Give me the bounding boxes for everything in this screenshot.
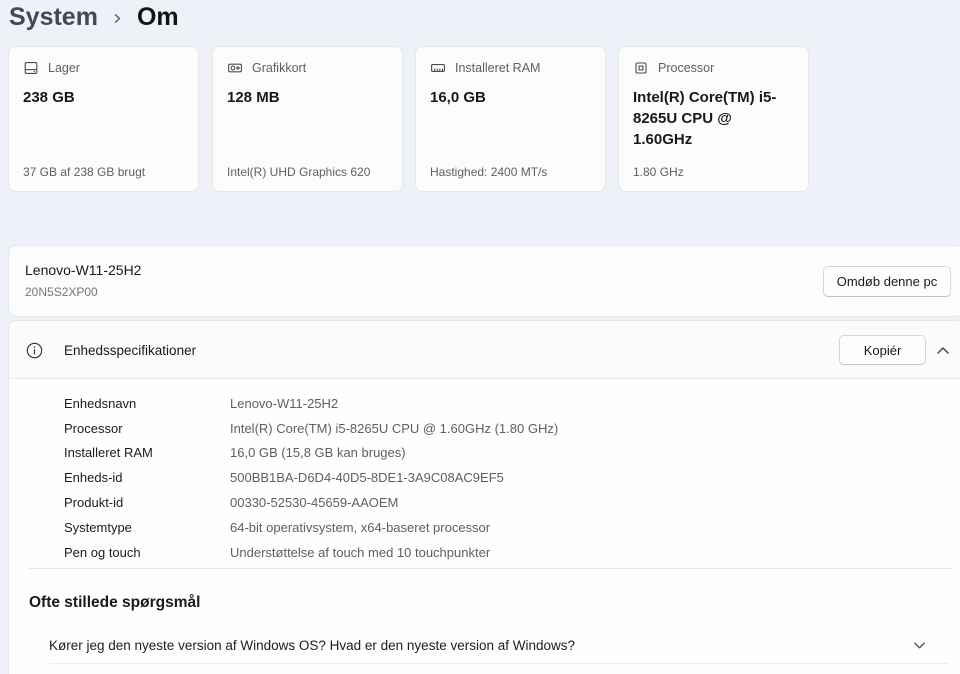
spec-label: Systemtype [64,520,230,535]
spec-row: Enheds-id 500BB1BA-D6D4-40D5-8DE1-3A9C08… [64,465,943,490]
card-label: Lager [48,61,80,75]
spec-label: Enheds-id [64,470,230,485]
spec-label: Processor [64,421,230,436]
card-value: 16,0 GB [430,87,591,108]
rename-pc-button[interactable]: Omdøb denne pc [823,266,951,297]
copy-button[interactable]: Kopiér [839,335,926,365]
chevron-right-icon [111,12,124,25]
hard-drive-icon [23,60,39,76]
page-title: Om [137,3,179,32]
spec-row: Pen og touch Understøttelse af touch med… [64,540,943,565]
spec-row: Systemtype 64-bit operativsystem, x64-ba… [64,515,943,540]
faq-question: Kører jeg den nyeste version af Windows … [49,638,912,653]
spec-label: Enhedsnavn [64,396,230,411]
spec-label: Produkt-id [64,495,230,510]
card-label: Grafikkort [252,61,306,75]
spec-row: Enhedsnavn Lenovo-W11-25H2 [64,391,943,416]
ram-icon [430,60,446,76]
storage-card: Lager 238 GB 37 GB af 238 GB brugt [8,46,199,192]
device-name: Lenovo-W11-25H2 [25,262,141,278]
graphics-card: Grafikkort 128 MB Intel(R) UHD Graphics … [212,46,403,192]
info-icon [26,342,43,359]
faq-item[interactable]: Kører jeg den nyeste version af Windows … [49,629,939,661]
spec-value: Understøttelse af touch med 10 touchpunk… [230,545,490,560]
device-specifications-panel: Enhedsspecifikationer Kopiér Enhedsnavn … [8,320,960,674]
spec-row: Installeret RAM 16,0 GB (15,8 GB kan bru… [64,441,943,466]
processor-card: Processor Intel(R) Core(TM) i5-8265U CPU… [618,46,809,192]
spec-value: 16,0 GB (15,8 GB kan bruges) [230,445,406,460]
card-footer: Hastighed: 2400 MT/s [430,165,595,179]
spec-row: Produkt-id 00330-52530-45659-AAOEM [64,490,943,515]
spec-value: Intel(R) Core(TM) i5-8265U CPU @ 1.60GHz… [230,421,558,436]
device-name-card: Lenovo-W11-25H2 20N5S2XP00 Omdøb denne p… [8,245,960,317]
card-value: 128 MB [227,87,388,108]
spec-table: Enhedsnavn Lenovo-W11-25H2 Processor Int… [64,391,943,565]
ram-card: Installeret RAM 16,0 GB Hastighed: 2400 … [415,46,606,192]
spec-value: 00330-52530-45659-AAOEM [230,495,398,510]
card-label: Installeret RAM [455,61,540,75]
specs-section-title: Enhedsspecifikationer [64,321,196,379]
gpu-icon [227,60,243,76]
divider [29,568,953,569]
chevron-down-icon[interactable] [912,638,927,653]
breadcrumb-system-link[interactable]: System [9,3,98,32]
breadcrumb: System Om [9,0,179,34]
spec-label: Installeret RAM [64,445,230,460]
spec-value: Lenovo-W11-25H2 [230,396,338,411]
cpu-icon [633,60,649,76]
spec-row: Processor Intel(R) Core(TM) i5-8265U CPU… [64,416,943,441]
card-value: Intel(R) Core(TM) i5-8265U CPU @ 1.60GHz [633,87,794,150]
faq-section-title: Ofte stillede spørgsmål [29,594,200,612]
divider [49,663,949,664]
card-footer: 37 GB af 238 GB brugt [23,165,188,179]
spec-label: Pen og touch [64,545,230,560]
spec-value: 500BB1BA-D6D4-40D5-8DE1-3A9C08AC9EF5 [230,470,504,485]
spec-value: 64-bit operativsystem, x64-baseret proce… [230,520,490,535]
chevron-up-icon[interactable] [935,343,951,359]
device-specifications-expander-header[interactable]: Enhedsspecifikationer Kopiér [9,321,960,379]
card-footer: 1.80 GHz [633,165,798,179]
device-model: 20N5S2XP00 [25,285,98,299]
card-footer: Intel(R) UHD Graphics 620 [227,165,392,179]
card-value: 238 GB [23,87,184,108]
card-label: Processor [658,61,714,75]
